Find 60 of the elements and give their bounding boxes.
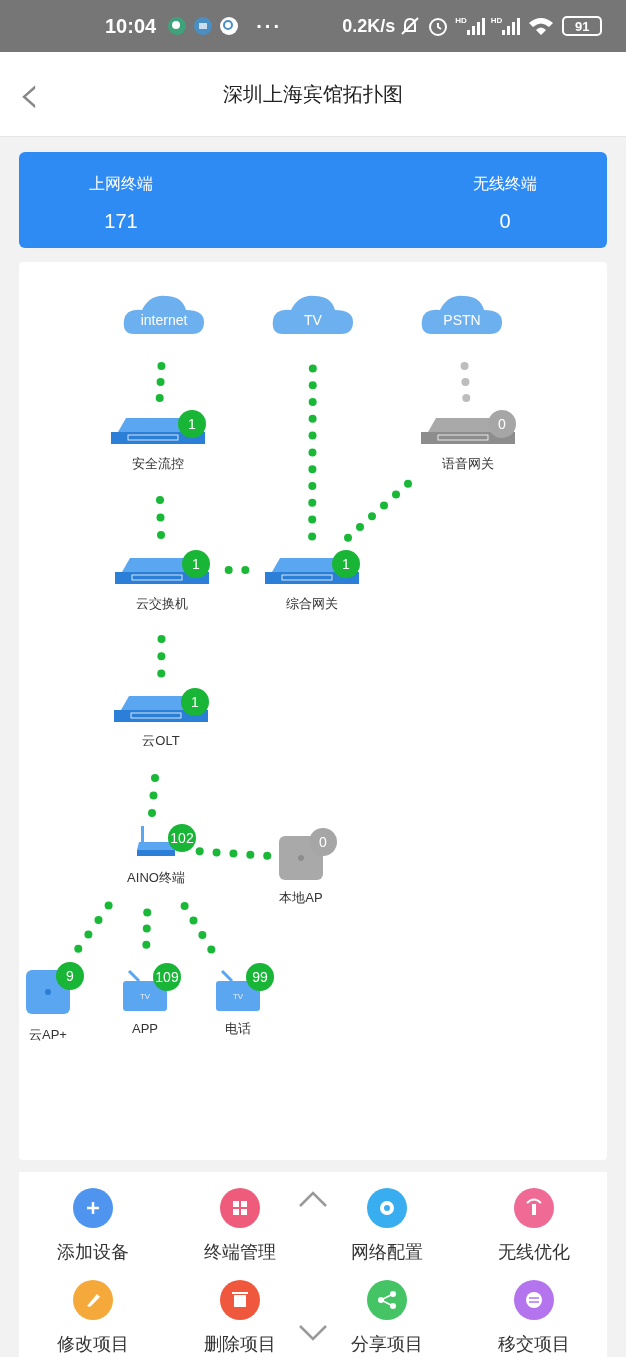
device-label: 云AP+ (29, 1026, 67, 1044)
count-badge: 1 (332, 550, 360, 578)
device-label: 云交换机 (136, 595, 188, 613)
app-icon (194, 17, 213, 35)
stat-label: 无线终端 (473, 174, 537, 194)
stat-value: 0 (499, 209, 511, 234)
count-badge: 0 (309, 828, 337, 856)
device-label: 安全流控 (132, 455, 184, 473)
count-badge: 109 (153, 963, 181, 991)
battery-indicator: 91 (562, 16, 603, 36)
transfer-icon (513, 1280, 554, 1320)
mute-icon (399, 15, 422, 37)
alarm-icon (427, 15, 450, 37)
action-button[interactable]: 分享项目 (313, 1280, 460, 1357)
signal-icon (466, 17, 485, 35)
hd-label: HD (455, 15, 467, 27)
hd-label: HD (490, 15, 503, 27)
page-title: 深圳上海宾馆拓扑图 (223, 81, 403, 108)
count-badge: 1 (178, 410, 206, 438)
grid-icon (219, 1188, 260, 1228)
chevron-down-icon[interactable] (298, 1324, 328, 1342)
screen-label: TV (139, 992, 151, 1001)
more-indicator: ··· (256, 14, 283, 39)
chevron-up-icon[interactable] (298, 1190, 328, 1208)
count-badge: 9 (56, 962, 84, 990)
signal-icon (502, 17, 521, 35)
action-button[interactable]: 移交项目 (460, 1280, 607, 1357)
chat-app-icon (168, 17, 187, 35)
stat-label: 上网终端 (89, 174, 153, 194)
action-button[interactable]: 终端管理 (166, 1188, 313, 1274)
search-app-icon (220, 17, 239, 35)
action-button[interactable]: 修改项目 (19, 1280, 166, 1357)
screen-label: TV (232, 992, 244, 1001)
trash-icon (219, 1280, 260, 1320)
action-button[interactable]: 网络配置 (313, 1188, 460, 1274)
plus-icon (72, 1188, 113, 1228)
count-badge: 0 (488, 410, 516, 438)
network-speed: 0.2K/s (342, 14, 396, 38)
action-button[interactable]: 添加设备 (19, 1188, 166, 1274)
device-label: 语音网关 (442, 455, 494, 473)
action-button[interactable]: 无线优化 (460, 1188, 607, 1274)
clock: 10:04 (105, 14, 157, 39)
device-label: 本地AP (279, 889, 323, 907)
wifi-icon (528, 16, 555, 36)
count-badge: 1 (182, 550, 210, 578)
stat-value: 171 (104, 209, 138, 234)
action-button[interactable]: 删除项目 (166, 1280, 313, 1357)
count-badge: 102 (168, 824, 196, 852)
device-label: 电话 (225, 1020, 251, 1038)
share-icon (366, 1280, 407, 1320)
device-label: 云OLT (142, 732, 180, 750)
settings-icon (366, 1188, 407, 1228)
device-label: AINO终端 (127, 869, 185, 887)
count-badge: 1 (181, 688, 209, 716)
device-label: APP (132, 1020, 158, 1038)
count-badge: 99 (246, 963, 274, 991)
device-label: 综合网关 (286, 595, 338, 613)
pencil-icon (72, 1280, 113, 1320)
back-button[interactable]: ‹ (18, 66, 41, 122)
antenna-icon (513, 1188, 554, 1228)
